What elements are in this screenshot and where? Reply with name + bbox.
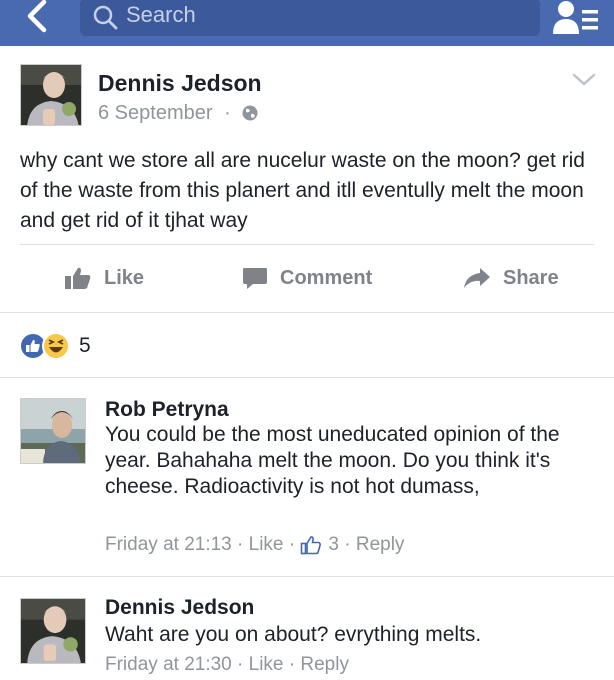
- post-author[interactable]: Dennis Jedson: [98, 70, 262, 97]
- chevron-down-icon[interactable]: [572, 72, 596, 88]
- globe-icon: [242, 105, 258, 121]
- comment-item: Rob Petryna You could be the most uneduc…: [0, 396, 614, 574]
- meta-dot: ·: [283, 654, 301, 675]
- comment-meta: Friday at 21:13 · Like · 3 · Reply: [105, 534, 404, 556]
- comment-text: Waht are you on about? evrything melts.: [105, 623, 482, 646]
- post-card: Dennis Jedson 6 September · why cant we …: [0, 46, 614, 313]
- back-arrow-icon[interactable]: [18, 0, 58, 40]
- reaction-count: 5: [79, 334, 91, 357]
- meta-dot: ·: [283, 534, 301, 555]
- meta-dot: ·: [231, 654, 249, 675]
- share-label: Share: [503, 266, 559, 289]
- comment-item: Dennis Jedson Waht are you on about? evr…: [0, 596, 614, 680]
- thumbs-up-icon: [65, 267, 91, 289]
- search-icon: [93, 5, 118, 30]
- comment-button[interactable]: Comment: [242, 258, 372, 298]
- meta-dot: ·: [338, 534, 356, 555]
- friend-requests-icon[interactable]: [552, 0, 602, 36]
- comment-author[interactable]: Rob Petryna: [105, 398, 229, 422]
- meta-dot: ·: [231, 534, 249, 555]
- commenter-avatar[interactable]: [20, 598, 86, 664]
- comment-reply-link[interactable]: Reply: [356, 534, 405, 556]
- divider: [20, 244, 594, 245]
- like-label: Like: [104, 266, 145, 289]
- comment-author[interactable]: Dennis Jedson: [105, 596, 254, 620]
- like-button[interactable]: Like: [64, 258, 144, 298]
- comment-time[interactable]: Friday at 21:13: [105, 534, 232, 556]
- reactions-summary[interactable]: 5: [0, 313, 614, 378]
- thumbs-up-outline-icon: [301, 536, 322, 555]
- top-bar: Search: [0, 0, 614, 46]
- comment-reply-link[interactable]: Reply: [300, 654, 349, 676]
- commenter-avatar[interactable]: [20, 398, 86, 464]
- share-arrow-icon: [464, 268, 490, 288]
- avatar[interactable]: [20, 64, 82, 126]
- search-placeholder: Search: [126, 2, 196, 27]
- share-button[interactable]: Share: [463, 258, 559, 298]
- comment-meta: Friday at 21:30 · Like · Reply: [105, 654, 349, 676]
- comment-text: You could be the most uneducated opinion…: [105, 423, 560, 498]
- comment-label: Comment: [280, 266, 373, 289]
- comment-time[interactable]: Friday at 21:30: [105, 654, 232, 676]
- comment-like-link[interactable]: Like: [249, 534, 284, 556]
- post-date[interactable]: 6 September: [98, 102, 213, 124]
- comment-divider: [0, 576, 614, 577]
- comment-like-count[interactable]: 3: [328, 534, 339, 556]
- post-text: why cant we store all are nucelur waste …: [20, 149, 585, 232]
- meta-separator: ·: [224, 102, 231, 124]
- comment-like-link[interactable]: Like: [249, 654, 284, 676]
- search-input[interactable]: Search: [80, 0, 540, 36]
- comment-icon: [243, 268, 267, 289]
- haha-reaction-icon: [42, 332, 70, 360]
- post-meta: 6 September ·: [98, 102, 258, 125]
